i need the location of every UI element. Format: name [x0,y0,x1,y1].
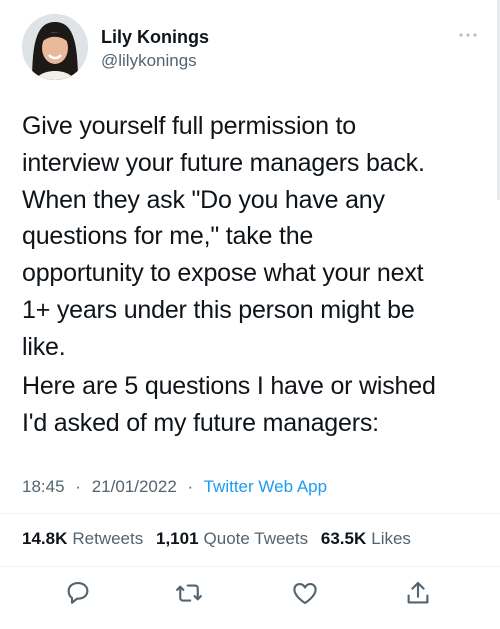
like-icon [293,582,317,605]
tweet-card: Lily Konings @lilykonings Give yourself … [0,0,500,629]
tweet-actions [0,578,500,612]
quote-tweets-stat[interactable]: 1,101 Quote Tweets [156,529,308,548]
user-photo-icon [22,14,88,80]
author-display-name[interactable]: Lily Konings [101,26,209,48]
tweet-date[interactable]: 21/01/2022 [92,477,177,496]
likes-stat[interactable]: 63.5K Likes [321,529,411,548]
retweets-stat[interactable]: 14.8K Retweets [22,529,143,548]
meta-separator: · [187,477,194,496]
avatar[interactable] [22,14,88,80]
divider [0,566,500,567]
more-options-button[interactable] [456,28,480,42]
meta-separator: · [75,477,81,496]
retweets-count: 14.8K [22,529,68,548]
tweet-source-link[interactable]: Twitter Web App [204,477,327,496]
divider [0,513,500,514]
retweets-label: Retweets [72,529,144,548]
tweet-header: Lily Konings @lilykonings [22,14,482,84]
author-handle[interactable]: @lilykonings [101,50,209,72]
tweet-time[interactable]: 18:45 [22,477,65,496]
retweet-icon [176,584,202,602]
quote-tweets-count: 1,101 [155,529,199,548]
more-icon [459,33,477,37]
author-names: Lily Konings @lilykonings [101,26,209,72]
retweet-button[interactable] [174,578,204,608]
likes-label: Likes [371,529,411,548]
reply-icon [67,581,89,604]
share-button[interactable] [403,578,433,608]
like-button[interactable] [290,578,320,608]
reply-button[interactable] [63,578,93,608]
tweet-meta: 18:45 · 21/01/2022 · Twitter Web App [22,475,327,499]
share-icon [407,581,429,604]
quote-tweets-label: Quote Tweets [203,529,309,548]
tweet-stats: 14.8K Retweets 1,101 Quote Tweets 63.5K Lik… [22,527,419,551]
tweet-text-paragraph: Here are 5 questions I have or wished I'… [22,372,436,437]
likes-count: 63.5K [320,529,367,548]
tweet-text-paragraph: Give yourself full permission to intervi… [22,112,425,361]
